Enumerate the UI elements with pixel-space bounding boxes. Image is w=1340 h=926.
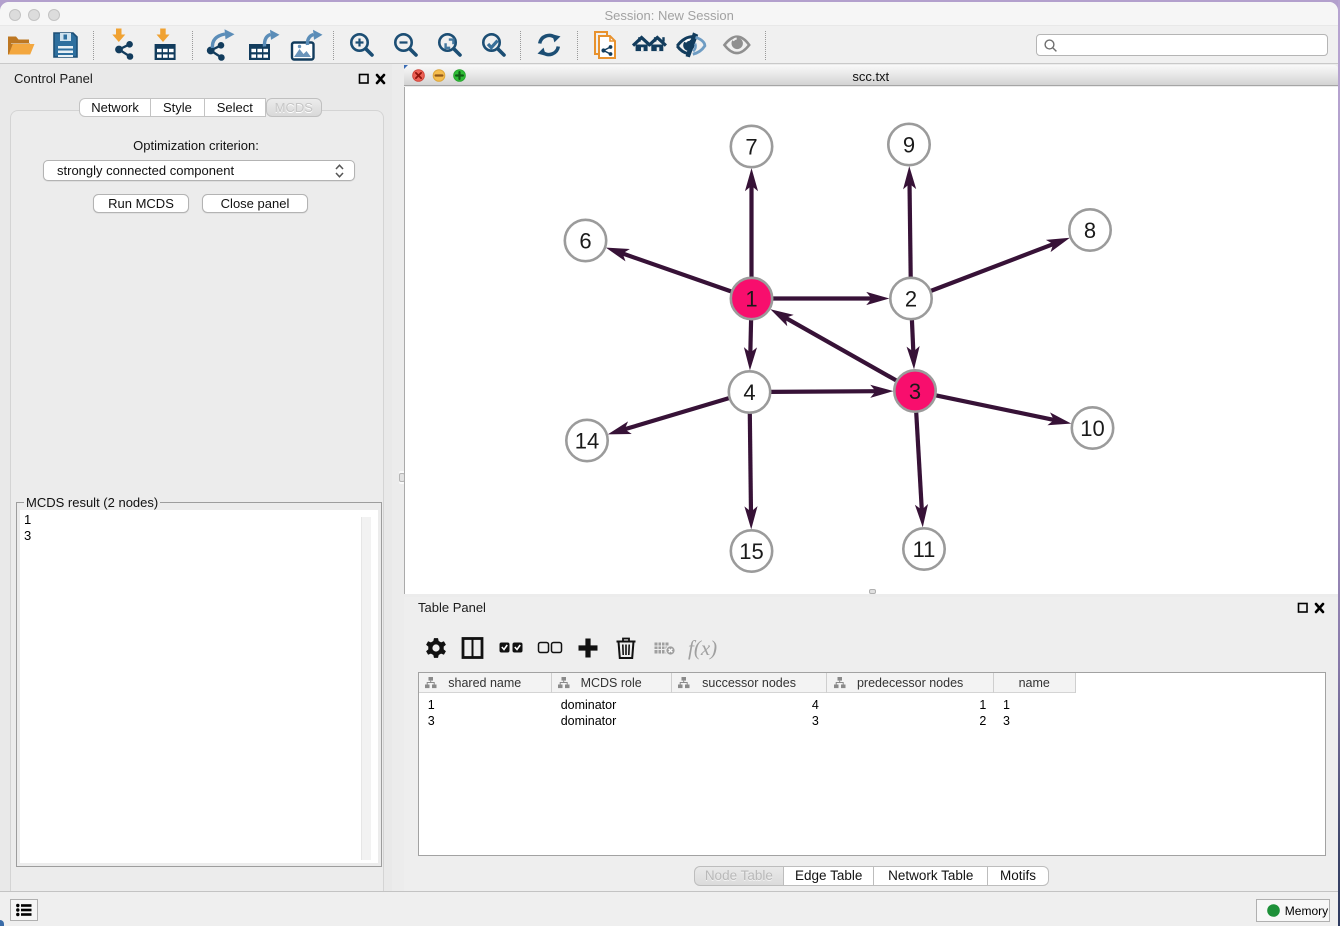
svg-text:10: 10 (1080, 416, 1104, 441)
svg-text:3: 3 (909, 379, 921, 404)
svg-text:14: 14 (575, 429, 599, 454)
svg-text:6: 6 (579, 229, 591, 254)
svg-text:4: 4 (743, 380, 755, 405)
svg-text:9: 9 (903, 133, 915, 158)
svg-text:15: 15 (739, 539, 763, 564)
svg-text:2: 2 (905, 287, 917, 312)
svg-text:1: 1 (745, 287, 757, 312)
svg-text:8: 8 (1084, 218, 1096, 243)
svg-text:f(x): f(x) (688, 636, 717, 660)
svg-text:11: 11 (913, 537, 936, 562)
svg-text:7: 7 (745, 135, 757, 160)
